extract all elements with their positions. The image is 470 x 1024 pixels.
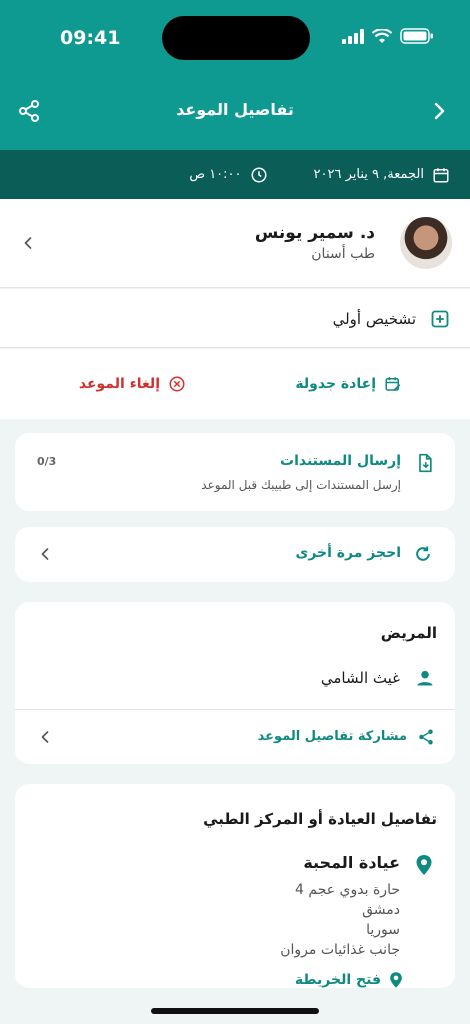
address-line: دمشق xyxy=(362,902,400,918)
chevron-left-icon[interactable] xyxy=(35,544,55,564)
wifi-icon xyxy=(372,28,392,43)
cancel-circle-icon xyxy=(169,376,185,392)
calendar-edit-icon xyxy=(385,377,401,391)
divider xyxy=(15,709,455,710)
share-appointment-link[interactable]: مشاركة تفاصيل الموعد xyxy=(258,729,407,744)
header: 09:41 تفاصيل الموعد xyxy=(0,0,470,150)
address-line: جانب غذائيات مروان xyxy=(280,942,400,958)
clinic-section-title: تفاصيل العيادة أو المركز الطبي xyxy=(203,810,437,828)
calendar-icon xyxy=(433,167,449,182)
doctor-name: د. سمير يونس xyxy=(254,223,375,243)
appointment-datetime-bar: الجمعة, ٩ يناير ٢٠٢٦ ١٠:٠٠ ص xyxy=(0,150,470,199)
clinic-card: تفاصيل العيادة أو المركز الطبي عيادة الم… xyxy=(15,784,455,988)
add-box-icon xyxy=(431,310,449,328)
clinic-address: حارة بدوي عجم 4 دمشق سوريا جانب غذائيات … xyxy=(280,880,400,960)
reschedule-label: إعادة جدولة xyxy=(295,376,376,392)
appointment-date: الجمعة, ٩ يناير ٢٠٢٦ xyxy=(313,167,424,182)
address-line: حارة بدوي عجم 4 xyxy=(295,882,400,898)
clock-icon xyxy=(251,167,267,182)
send-documents-card[interactable]: إرسال المستندات إرسل المستندات إلى طبيبك… xyxy=(15,433,455,511)
battery-icon xyxy=(400,28,433,44)
doctor-row[interactable]: د. سمير يونس طب أسنان xyxy=(0,199,470,288)
refresh-icon xyxy=(416,546,430,561)
open-map-link[interactable]: فتح الخريطة xyxy=(295,971,403,989)
signal-icon xyxy=(342,28,364,44)
diagnosis-row[interactable]: تشخيص أولي xyxy=(0,289,470,348)
chevron-left-icon[interactable] xyxy=(35,727,55,747)
cancel-label: إلغاء الموعد xyxy=(78,376,160,392)
patient-name: غيث الشامي xyxy=(320,669,400,687)
status-icons xyxy=(342,28,434,44)
diagnosis-label: تشخيص أولي xyxy=(332,310,416,328)
person-icon xyxy=(417,670,433,686)
patient-card: المريض غيث الشامي مشاركة تفاصيل الموعد xyxy=(15,602,455,764)
appointment-actions: إعادة جدولة إلغاء الموعد xyxy=(0,349,470,419)
title-bar: تفاصيل الموعد xyxy=(0,92,470,130)
address-line: سوريا xyxy=(366,922,400,938)
document-upload-icon xyxy=(419,453,432,473)
appointment-time: ١٠:٠٠ ص xyxy=(189,167,242,182)
cancel-appointment-button[interactable]: إلغاء الموعد xyxy=(79,375,186,393)
book-again-card[interactable]: احجز مرة أخرى xyxy=(15,527,455,582)
page-title: تفاصيل الموعد xyxy=(176,100,294,119)
location-pin-icon xyxy=(416,855,432,875)
patient-section-title: المريض xyxy=(380,624,437,642)
open-map-label: فتح الخريطة xyxy=(294,972,381,988)
send-documents-subtitle: إرسل المستندات إلى طبيبك قبل الموعد xyxy=(201,478,401,492)
reschedule-button[interactable]: إعادة جدولة xyxy=(295,375,402,393)
doctor-avatar xyxy=(400,217,452,269)
location-pin-icon xyxy=(390,972,402,988)
send-documents-title: إرسال المستندات xyxy=(280,453,401,469)
dynamic-island xyxy=(162,16,310,60)
chevron-left-icon[interactable] xyxy=(18,233,38,253)
documents-count: 0/3 xyxy=(37,455,57,468)
share-icon xyxy=(419,729,433,745)
clinic-name: عيادة المحبة xyxy=(303,853,400,872)
book-again-label: احجز مرة أخرى xyxy=(295,545,401,561)
home-indicator[interactable] xyxy=(151,1008,319,1014)
status-time: 09:41 xyxy=(60,27,121,49)
back-chevron-icon[interactable] xyxy=(427,99,451,123)
doctor-specialty: طب أسنان xyxy=(311,246,375,262)
